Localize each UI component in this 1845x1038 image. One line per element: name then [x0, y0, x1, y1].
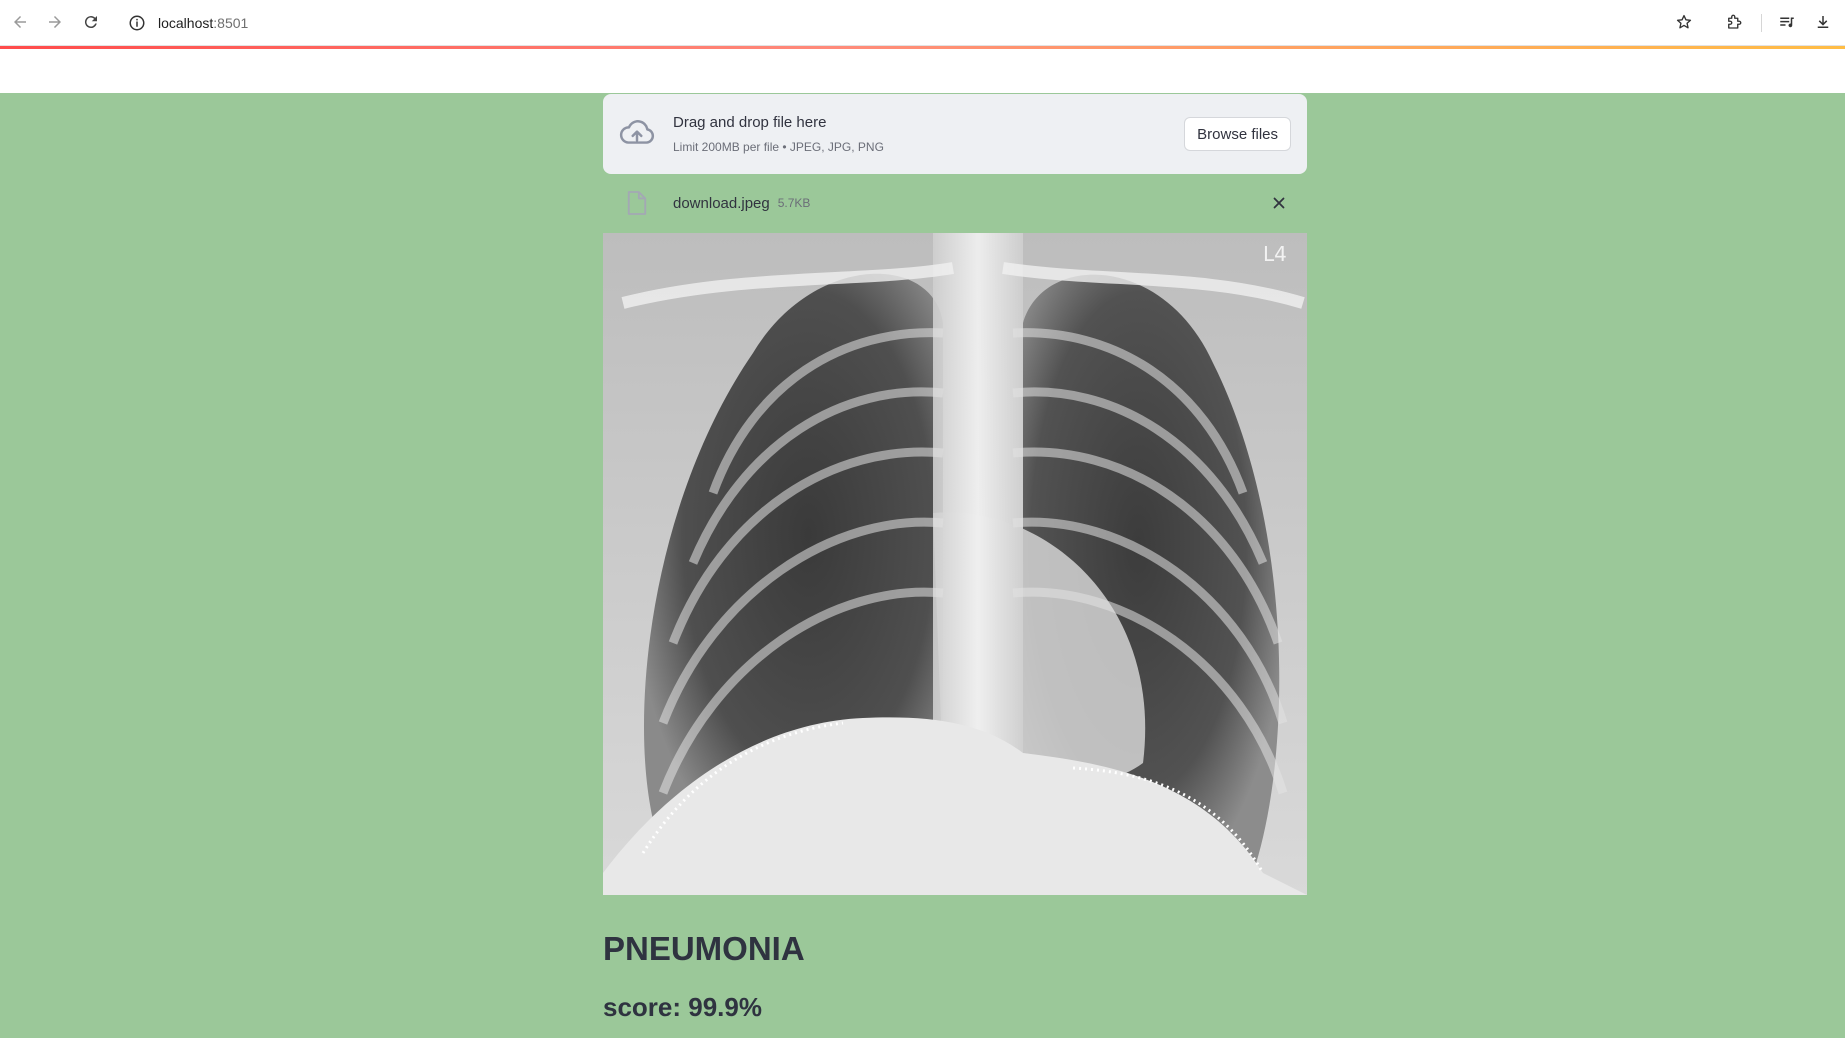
url-host: localhost [158, 15, 214, 31]
toolbar-separator [1761, 14, 1762, 32]
dropzone-limits: Limit 200MB per file • JPEG, JPG, PNG [673, 140, 884, 154]
url-port: :8501 [213, 15, 249, 31]
media-controls-icon[interactable] [1773, 8, 1801, 36]
browser-toolbar: localhost:8501 [0, 0, 1845, 46]
uploaded-file-size: 5.7KB [777, 196, 811, 210]
close-icon[interactable] [1265, 189, 1293, 217]
extensions-icon[interactable] [1720, 8, 1748, 36]
uploaded-xray-image: L4 [603, 233, 1307, 895]
dropzone-title: Drag and drop file here [673, 114, 827, 131]
back-icon[interactable] [6, 8, 34, 36]
chest-xray-illustration: L4 [603, 233, 1307, 895]
uploaded-file-row: download.jpeg 5.7KB [603, 174, 1307, 232]
site-info-icon[interactable] [128, 14, 146, 32]
reload-icon[interactable] [77, 8, 105, 36]
cloud-upload-icon [617, 114, 657, 154]
browse-files-button[interactable]: Browse files [1184, 117, 1291, 151]
bookmark-star-icon[interactable] [1670, 8, 1698, 36]
xray-overlay-text: L4 [1263, 242, 1287, 266]
download-icon[interactable] [1809, 8, 1837, 36]
file-icon [623, 187, 651, 219]
app-header [0, 49, 1845, 93]
prediction-score: score: 99.9% [603, 992, 762, 1022]
main-column: Drag and drop file here Limit 200MB per … [603, 94, 1307, 1023]
address-bar[interactable]: localhost:8501 [118, 6, 1698, 40]
uploaded-file-name: download.jpeg [673, 194, 770, 212]
prediction-label: PNEUMONIA [603, 930, 805, 967]
forward-icon[interactable] [41, 8, 69, 36]
file-dropzone[interactable]: Drag and drop file here Limit 200MB per … [603, 94, 1307, 174]
